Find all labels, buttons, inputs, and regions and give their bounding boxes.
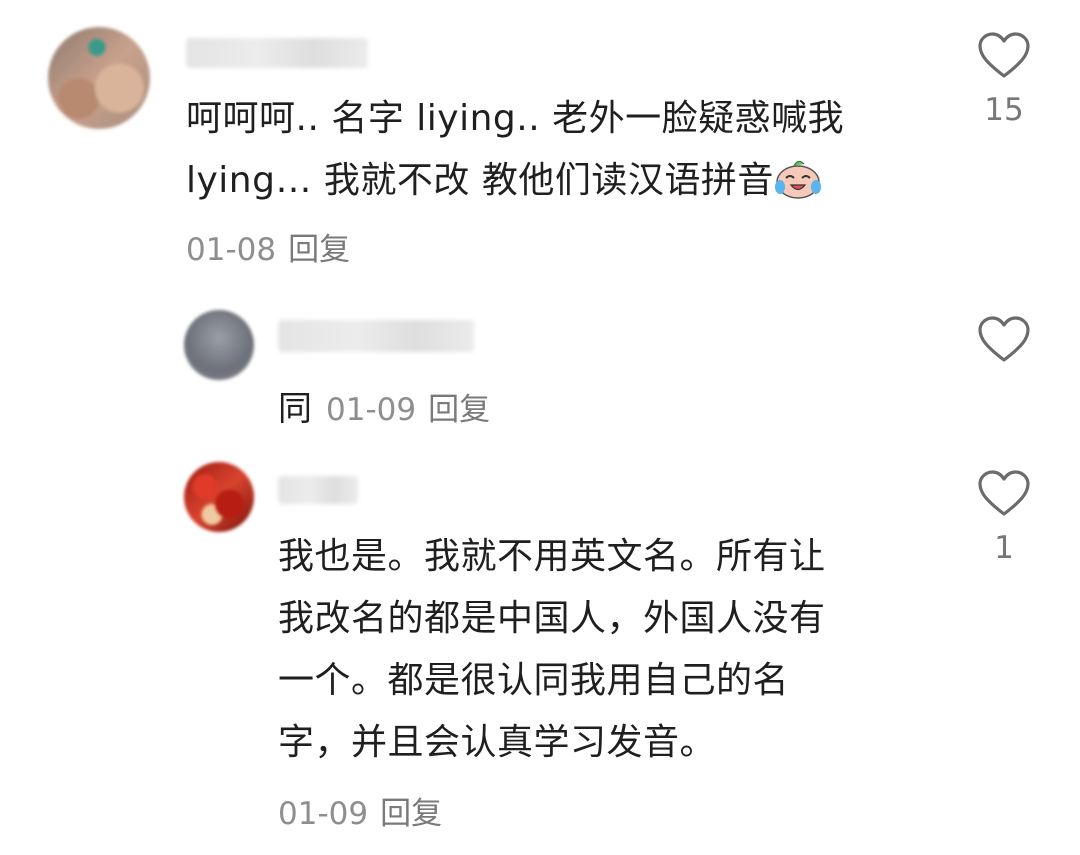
like-button[interactable]: 15 bbox=[977, 32, 1031, 128]
comment-text: 我也是。我就不用英文名。所有让 我改名的都是中国人，外国人没有 一个。都是很认同… bbox=[278, 526, 918, 774]
comment-line-text: lying… 我就不改 教他们读汉语拼音 bbox=[186, 160, 774, 201]
avatar[interactable] bbox=[48, 27, 150, 129]
reply-button[interactable]: 回复 bbox=[428, 392, 490, 428]
comment-date: 01-09 bbox=[278, 796, 369, 832]
comment-date: 01-08 bbox=[186, 232, 277, 268]
comment-meta: 同 01-09 回复 bbox=[278, 381, 490, 430]
username-blurred[interactable] bbox=[278, 320, 474, 352]
heart-outline-icon bbox=[978, 32, 1030, 78]
username-blurred[interactable] bbox=[186, 38, 368, 68]
like-count: 1 bbox=[994, 530, 1014, 566]
like-count: 15 bbox=[984, 92, 1024, 128]
comment-text: 同 bbox=[278, 389, 312, 429]
comment-line: 我也是。我就不用英文名。所有让 bbox=[278, 536, 826, 577]
comment-line: 我改名的都是中国人，外国人没有 bbox=[278, 598, 826, 639]
heart-outline-icon bbox=[978, 316, 1030, 362]
like-button[interactable] bbox=[977, 316, 1031, 364]
comment-line: 呵呵呵.. 名字 liying.. 老外一脸疑惑喊我 bbox=[186, 98, 845, 139]
comment-line: 一个。都是很认同我用自己的名 bbox=[278, 660, 790, 701]
laughing-crying-emoji-icon bbox=[774, 160, 821, 199]
heart-outline-icon bbox=[978, 470, 1030, 516]
avatar[interactable] bbox=[184, 310, 254, 380]
comment-date: 01-09 bbox=[326, 392, 417, 428]
comment-line: 字，并且会认真学习发音。 bbox=[278, 722, 717, 763]
reply-button[interactable]: 回复 bbox=[288, 232, 350, 268]
avatar[interactable] bbox=[184, 462, 254, 532]
comment-meta: 01-08 回复 bbox=[186, 224, 350, 269]
comment-line: lying… 我就不改 教他们读汉语拼音 bbox=[186, 150, 926, 212]
comment-text: 呵呵呵.. 名字 liying.. 老外一脸疑惑喊我 lying… 我就不改 教… bbox=[186, 88, 926, 212]
like-button[interactable]: 1 bbox=[977, 470, 1031, 566]
comment-meta: 01-09 回复 bbox=[278, 788, 442, 833]
reply-button[interactable]: 回复 bbox=[380, 796, 442, 832]
username-blurred[interactable] bbox=[278, 476, 358, 504]
